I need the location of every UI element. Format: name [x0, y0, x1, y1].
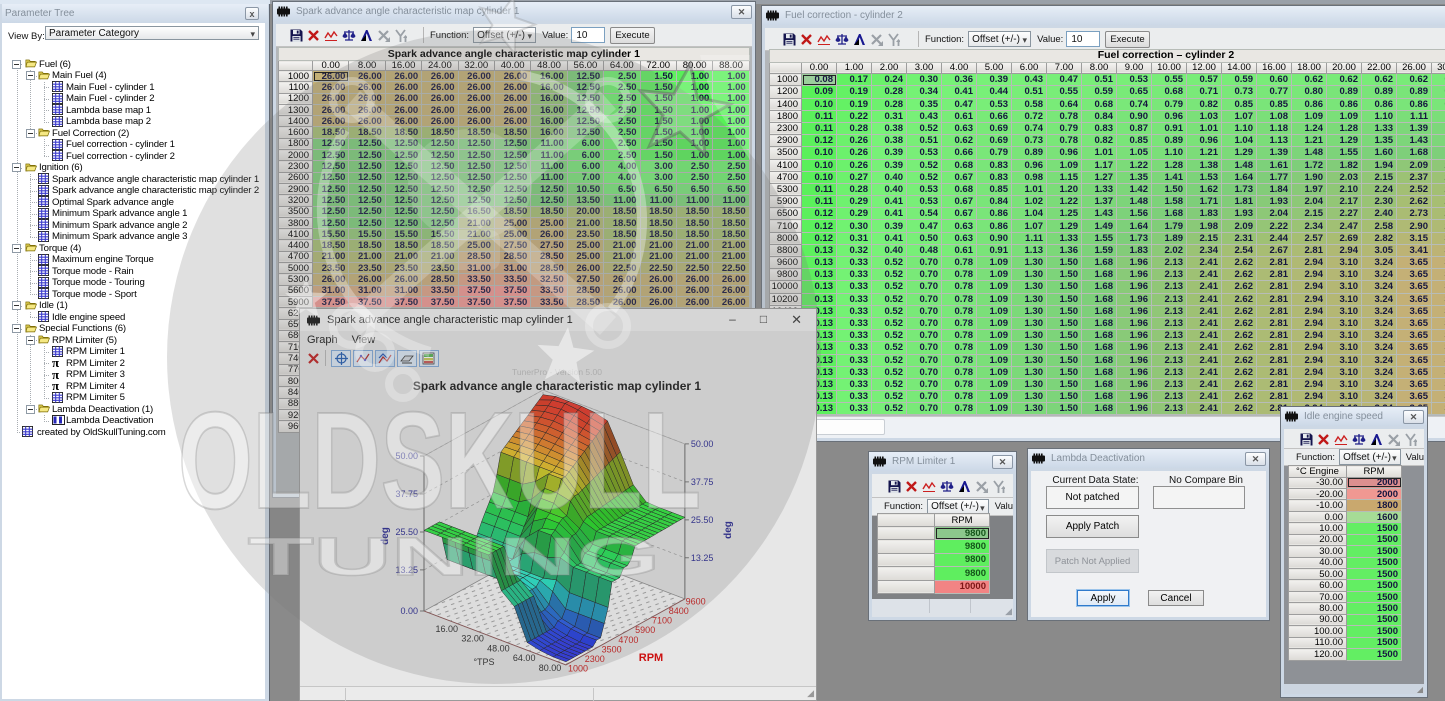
- svg-text:48.00: 48.00: [487, 643, 510, 653]
- svg-text:5900: 5900: [635, 625, 655, 635]
- svg-text:deg: deg: [723, 521, 734, 539]
- svg-text:2300: 2300: [585, 654, 605, 664]
- svg-text:deg: deg: [380, 527, 391, 545]
- svg-text:4700: 4700: [618, 635, 638, 645]
- svg-text:RPM: RPM: [639, 652, 663, 664]
- svg-text:50.00: 50.00: [691, 439, 714, 449]
- svg-text:25.50: 25.50: [395, 527, 418, 537]
- svg-text:13.25: 13.25: [691, 553, 714, 563]
- svg-text:7100: 7100: [652, 616, 672, 626]
- svg-text:°TPS: °TPS: [473, 657, 494, 667]
- svg-text:37.75: 37.75: [691, 477, 714, 487]
- svg-text:8400: 8400: [669, 606, 689, 616]
- svg-text:0.00: 0.00: [400, 606, 418, 616]
- svg-text:9600: 9600: [686, 597, 706, 607]
- svg-text:TunerPro - Version 5.00: TunerPro - Version 5.00: [512, 368, 602, 377]
- svg-text:16.00: 16.00: [436, 624, 459, 634]
- svg-text:32.00: 32.00: [461, 634, 484, 644]
- svg-text:37.75: 37.75: [395, 489, 418, 499]
- svg-text:80.00: 80.00: [539, 663, 562, 673]
- svg-text:3500: 3500: [602, 644, 622, 654]
- svg-text:1000: 1000: [568, 664, 588, 674]
- svg-text:13.25: 13.25: [395, 565, 418, 575]
- svg-text:64.00: 64.00: [513, 653, 536, 663]
- svg-text:Spark advance angle characteri: Spark advance angle characteristic map c…: [413, 379, 701, 393]
- svg-text:25.50: 25.50: [691, 515, 714, 525]
- svg-text:50.00: 50.00: [395, 451, 418, 461]
